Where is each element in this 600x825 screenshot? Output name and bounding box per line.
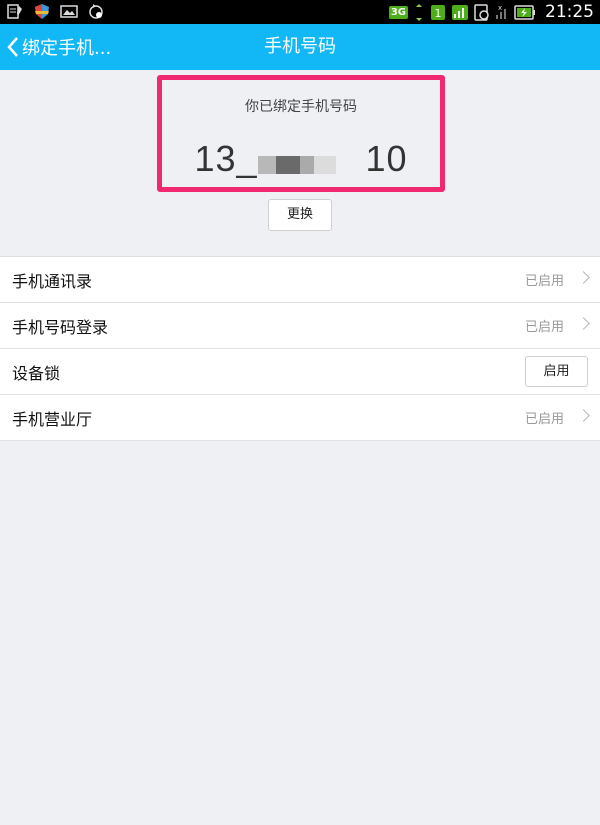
alarm-icon: [474, 3, 489, 21]
network-type-badge: 3G: [388, 5, 408, 19]
redaction-block: [257, 155, 276, 174]
phone-number: 13_ 10: [162, 138, 440, 182]
status-bar: 3G 1 x 21:25: [0, 0, 600, 24]
list-item-label: 手机通讯录: [12, 271, 93, 291]
svg-text:1: 1: [435, 7, 442, 20]
sync-icon: [89, 4, 103, 19]
redaction-block: [275, 155, 300, 174]
redaction-block: [313, 155, 336, 174]
list-item-phone-login[interactable]: 手机号码登录 已启用: [0, 303, 600, 349]
phone-number-prefix: 13_: [194, 138, 258, 179]
shield-icon: [35, 4, 49, 19]
status-right-icons: 3G 1 x 21:25: [388, 2, 594, 22]
status-text: 已启用: [524, 412, 564, 427]
bound-phone-caption: 你已绑定手机号码: [245, 99, 357, 115]
sim-icon: 1: [431, 4, 445, 20]
signal-icon: [452, 4, 468, 20]
chevron-right-icon: [577, 409, 590, 422]
image-icon: [60, 5, 78, 18]
chevron-left-icon: [7, 37, 18, 57]
enable-device-lock-button[interactable]: 启用: [525, 356, 588, 387]
redaction-block: [299, 155, 314, 174]
notes-icon: [7, 4, 22, 19]
status-text: 已启用: [524, 274, 564, 289]
phone-number-suffix: 10: [365, 138, 408, 179]
status-left-icons: [6, 3, 105, 20]
status-text: 已启用: [524, 320, 564, 335]
back-button[interactable]: 绑定手机...: [6, 24, 111, 70]
battery-icon: [514, 4, 535, 20]
list-item-device-lock: 设备锁 启用: [0, 349, 600, 395]
clock-time: 21:25: [545, 2, 594, 22]
list-item-label: 手机号码登录: [12, 317, 109, 337]
chevron-right-icon: [577, 317, 590, 330]
list-item-contacts[interactable]: 手机通讯录 已启用: [0, 257, 600, 303]
data-arrows-icon: [416, 3, 422, 21]
bound-phone-panel: 你已绑定手机号码 13_ 10: [157, 75, 445, 192]
svg-text:x: x: [498, 4, 502, 12]
change-number-button[interactable]: 更换: [268, 199, 332, 231]
settings-list: 手机通讯录 已启用 手机号码登录 已启用 设备锁 启用 手机营业厅 已启用: [0, 256, 600, 441]
list-item-mobile-hall[interactable]: 手机营业厅 已启用: [0, 395, 600, 441]
list-item-label: 设备锁: [12, 363, 61, 383]
list-item-label: 手机营业厅: [12, 409, 93, 429]
no-signal-icon: x: [496, 4, 506, 19]
title-bar: 绑定手机... 手机号码: [0, 24, 600, 70]
chevron-right-icon: [577, 271, 590, 284]
back-label: 绑定手机...: [22, 38, 112, 59]
